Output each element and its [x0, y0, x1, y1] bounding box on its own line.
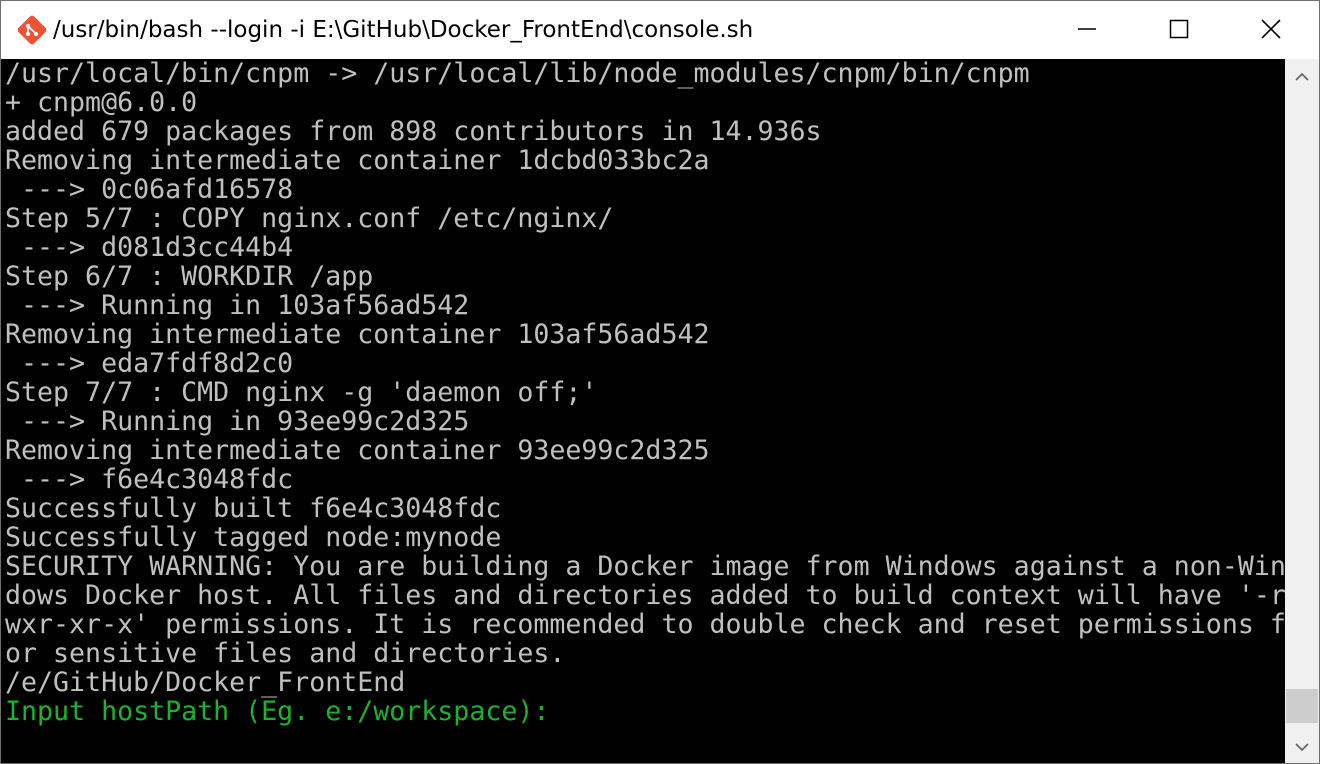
terminal-output[interactable]: /usr/local/bin/cnpm -> /usr/local/lib/no… — [1, 59, 1285, 763]
terminal-line: ---> eda7fdf8d2c0 — [5, 348, 294, 379]
title-bar[interactable]: /usr/bin/bash --login -i E:\GitHub\Docke… — [1, 1, 1319, 59]
terminal-line: Step 5/7 : COPY nginx.conf /etc/nginx/ — [5, 203, 614, 234]
scroll-thumb[interactable] — [1286, 689, 1318, 723]
terminal-line: ---> 0c06afd16578 — [5, 174, 294, 205]
terminal-line: Removing intermediate container 103af56a… — [5, 319, 710, 350]
terminal-line: Successfully built f6e4c3048fdc — [5, 493, 502, 524]
terminal-line: or sensitive files and directories. — [5, 638, 566, 669]
terminal-line: dows Docker host. All files and director… — [5, 580, 1285, 611]
close-button[interactable] — [1225, 1, 1317, 59]
terminal-line: Removing intermediate container 1dcbd033… — [5, 145, 710, 176]
scroll-up-arrow-icon — [1295, 67, 1309, 86]
terminal-line: ---> Running in 103af56ad542 — [5, 290, 470, 321]
terminal-line: Step 7/7 : CMD nginx -g 'daemon off;' — [5, 377, 598, 408]
terminal-line: ---> d081d3cc44b4 — [5, 232, 294, 263]
minimize-button[interactable] — [1041, 1, 1133, 59]
terminal-line: Step 6/7 : WORKDIR /app — [5, 261, 374, 292]
terminal-line: Removing intermediate container 93ee99c2… — [5, 435, 710, 466]
maximize-button[interactable] — [1133, 1, 1225, 59]
maximize-icon — [1169, 19, 1189, 42]
window-title: /usr/bin/bash --login -i E:\GitHub\Docke… — [53, 17, 754, 43]
terminal-line: Successfully tagged node:mynode — [5, 522, 502, 553]
terminal-window: /usr/bin/bash --login -i E:\GitHub\Docke… — [0, 0, 1320, 764]
scroll-down-button[interactable] — [1285, 729, 1319, 763]
terminal-line: SECURITY WARNING: You are building a Doc… — [5, 551, 1285, 582]
scroll-down-arrow-icon — [1295, 737, 1309, 756]
terminal-prompt[interactable]: Input hostPath (Eg. e:/workspace): — [5, 697, 549, 726]
vertical-scrollbar[interactable] — [1285, 59, 1319, 763]
terminal-line: + cnpm@6.0.0 — [5, 87, 198, 118]
terminal-line: wxr-xr-x' permissions. It is recommended… — [5, 609, 1285, 640]
terminal-line: ---> Running in 93ee99c2d325 — [5, 406, 470, 437]
terminal-line: ---> f6e4c3048fdc — [5, 464, 294, 495]
terminal-line: /e/GitHub/Docker_FrontEnd — [5, 667, 406, 698]
close-icon — [1260, 18, 1282, 43]
terminal-line: /usr/local/bin/cnpm -> /usr/local/lib/no… — [5, 59, 1030, 89]
git-bash-icon[interactable] — [16, 14, 48, 46]
minimize-icon — [1077, 19, 1097, 42]
terminal-line: added 679 packages from 898 contributors… — [5, 116, 822, 147]
scroll-up-button[interactable] — [1285, 59, 1319, 93]
